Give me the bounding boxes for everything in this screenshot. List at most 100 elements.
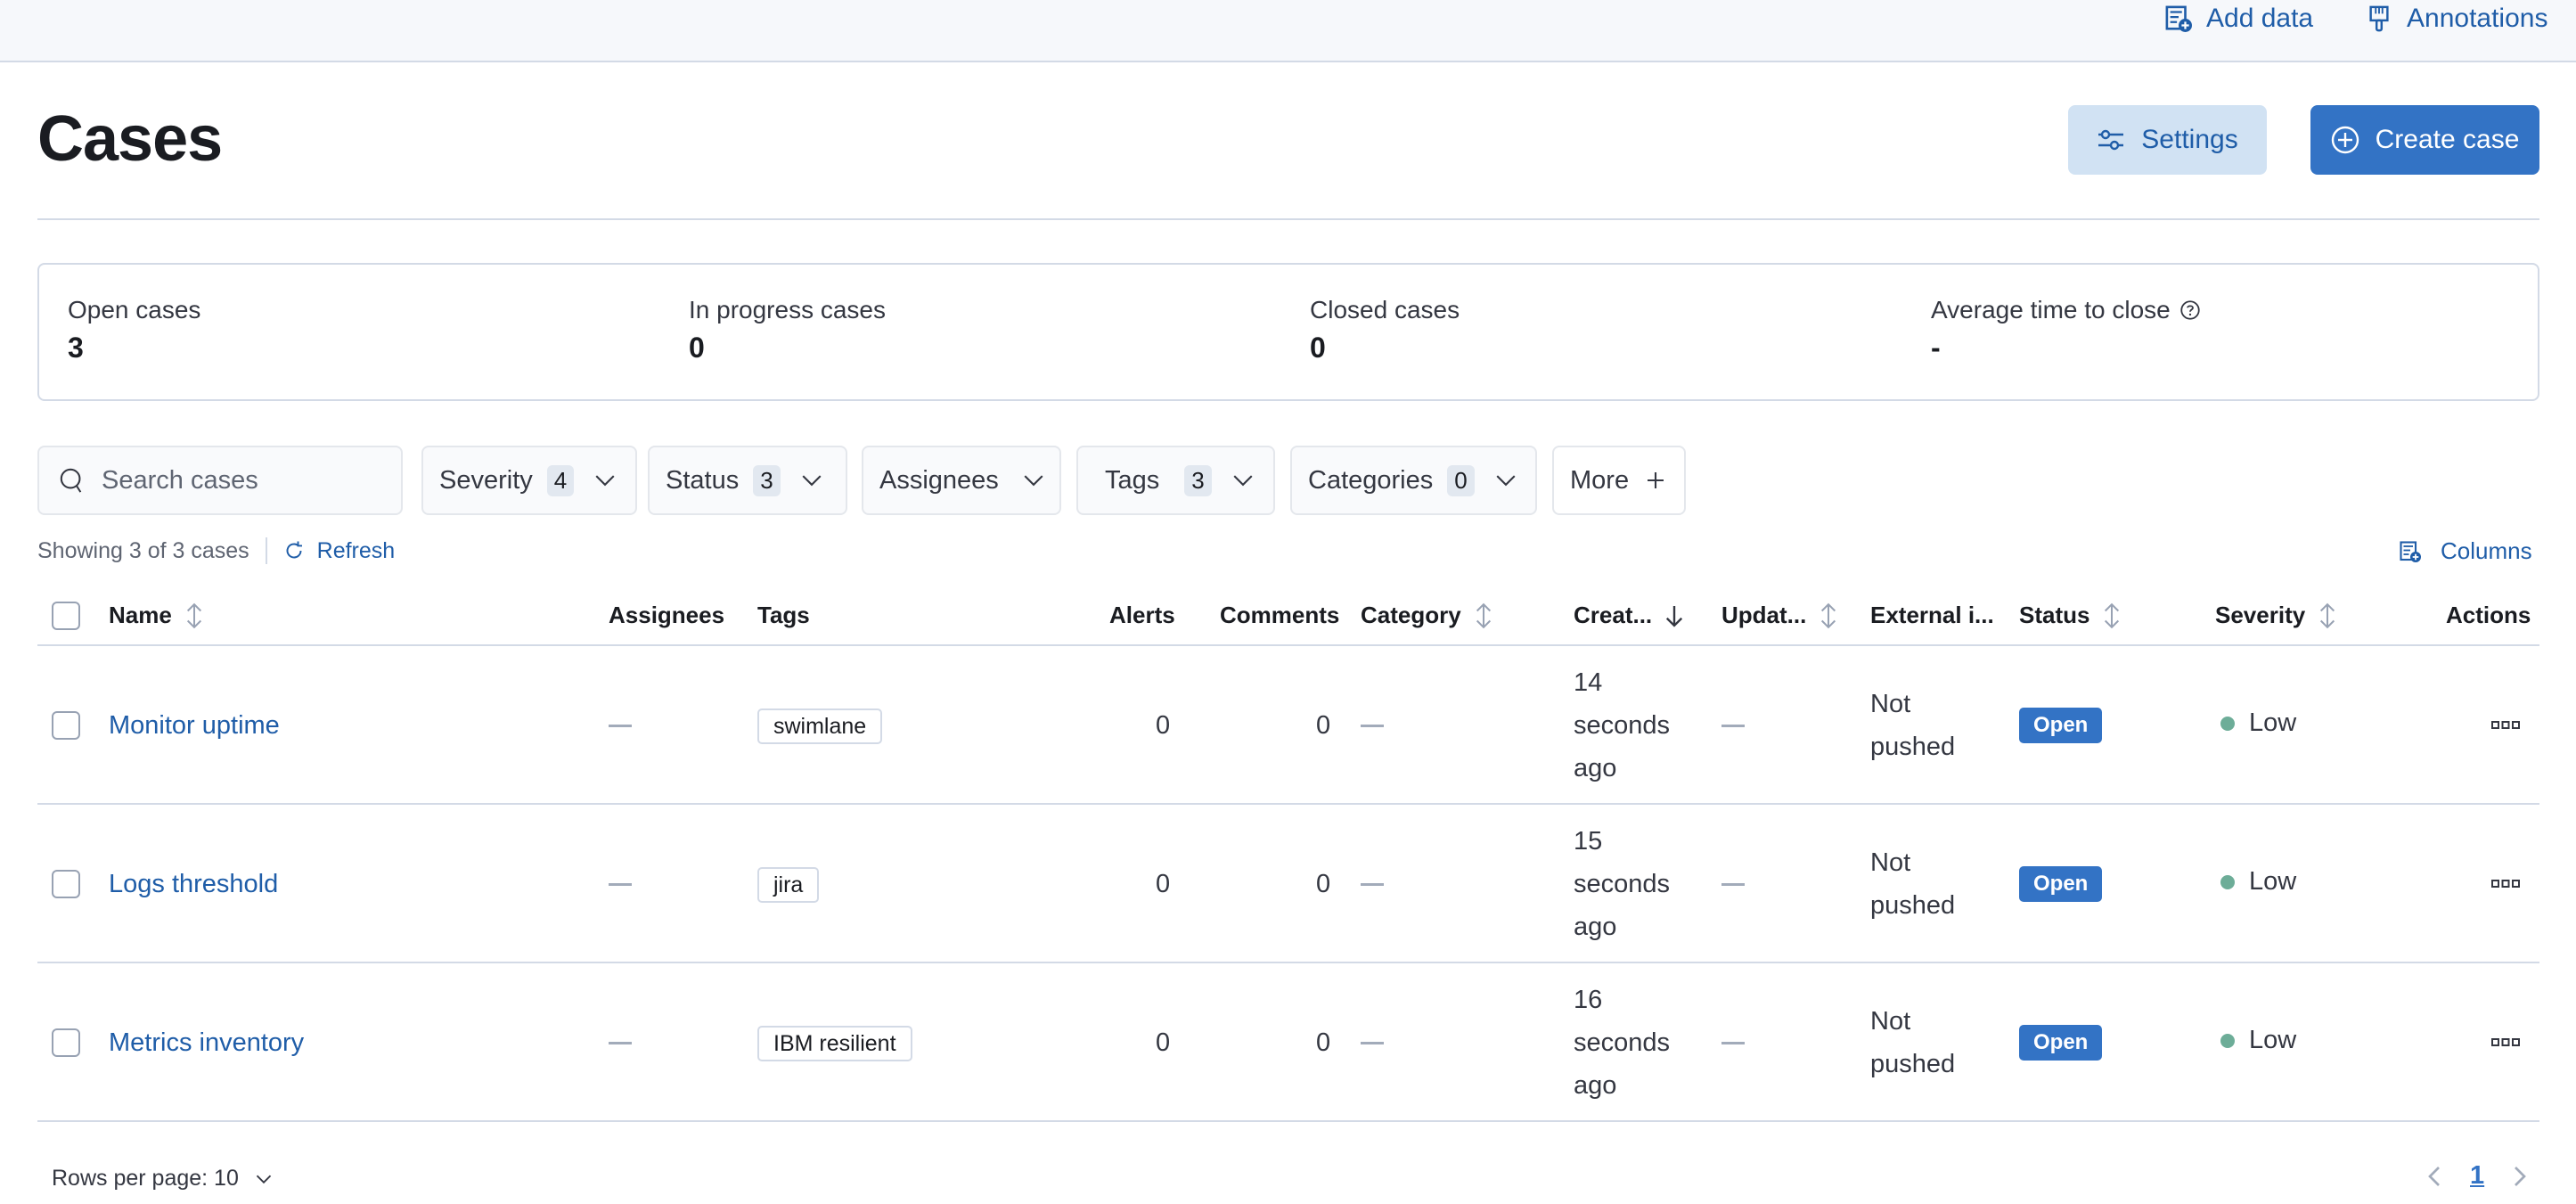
stat-value: 0 — [1310, 332, 1326, 364]
status-badge[interactable]: Open — [2019, 866, 2103, 902]
columns-button[interactable]: Columns — [2400, 537, 2532, 565]
stat-label: Closed cases — [1310, 296, 1460, 324]
header-divider — [37, 218, 2539, 220]
sort-icon — [1821, 602, 1836, 628]
external-line: Not — [1870, 690, 1911, 718]
tag-badge[interactable]: jira — [757, 867, 820, 903]
column-header-assignees: Assignees — [609, 602, 724, 629]
created-time: 15 seconds ago — [1574, 820, 1670, 948]
severity-dot-icon — [2220, 1033, 2235, 1048]
refresh-label: Refresh — [316, 537, 396, 563]
severity-dot-icon — [2220, 874, 2235, 889]
row-checkbox[interactable] — [52, 1028, 80, 1057]
column-header-comments: Comments — [1220, 602, 1339, 629]
create-case-button[interactable]: Create case — [2310, 105, 2539, 175]
tags-filter[interactable]: Tags 3 — [1076, 446, 1275, 515]
table-info: Showing 3 of 3 cases Refresh — [37, 537, 395, 564]
rows-per-page-selector[interactable]: Rows per page: 10 — [52, 1166, 273, 1192]
severity-filter[interactable]: Severity 4 — [421, 446, 637, 515]
filter-count-badge: 0 — [1447, 464, 1475, 496]
status-filter[interactable]: Status 3 — [648, 446, 847, 515]
settings-button[interactable]: Settings — [2068, 105, 2267, 175]
column-header-severity[interactable]: Severity — [2215, 602, 2337, 629]
stat-in-progress-cases: In progress cases 0 — [689, 296, 886, 364]
annotations-link[interactable]: Annotations — [2366, 4, 2547, 34]
chevron-down-icon — [802, 475, 822, 487]
plus-icon — [1648, 472, 1664, 488]
assignees-filter[interactable]: Assignees — [862, 446, 1061, 515]
column-header-updated[interactable]: Updat... — [1721, 602, 1838, 629]
stat-label-row: Average time to close — [1931, 296, 2201, 324]
column-header-actions: Actions — [2446, 602, 2531, 629]
select-all-checkbox[interactable] — [52, 602, 80, 630]
more-actions-icon[interactable] — [2491, 1037, 2520, 1048]
stat-closed-cases: Closed cases 0 — [1310, 296, 1460, 364]
search-field[interactable] — [37, 446, 403, 515]
column-label: Severity — [2215, 602, 2306, 628]
alerts-count: 0 — [1156, 1028, 1171, 1057]
comments-count: 0 — [1316, 1028, 1331, 1057]
more-filters-button[interactable]: More — [1552, 446, 1686, 515]
case-name-link[interactable]: Metrics inventory — [109, 1021, 304, 1064]
chevron-right-icon[interactable] — [2511, 1163, 2529, 1190]
stat-value: 0 — [689, 332, 705, 364]
column-label: Assignees — [609, 602, 725, 628]
alerts-count: 0 — [1156, 870, 1171, 898]
search-icon — [60, 468, 82, 493]
created-time: 14 seconds ago — [1574, 661, 1670, 790]
stat-label: Open cases — [68, 296, 201, 324]
refresh-button[interactable]: Refresh — [283, 537, 396, 564]
column-header-created[interactable]: Creat... — [1574, 602, 1684, 629]
created-line: ago — [1574, 754, 1617, 782]
severity-indicator: Low — [2220, 867, 2296, 897]
assignees-empty — [609, 883, 632, 886]
column-label: Actions — [2446, 602, 2531, 628]
assignees-empty — [609, 1042, 632, 1044]
add-data-icon — [2165, 5, 2192, 32]
more-actions-icon[interactable] — [2491, 879, 2520, 889]
column-label: Updat... — [1721, 602, 1807, 628]
status-badge[interactable]: Open — [2019, 708, 2103, 743]
column-header-external-incident: External i... — [1870, 602, 1994, 629]
column-label: External i... — [1870, 602, 1994, 628]
severity-label: Low — [2249, 708, 2297, 737]
external-incident: Not pushed — [1870, 683, 1955, 768]
stat-open-cases: Open cases 3 — [68, 296, 200, 364]
column-header-category[interactable]: Category — [1361, 602, 1493, 629]
sort-icon — [2105, 602, 2120, 628]
column-header-alerts: Alerts — [1109, 602, 1175, 629]
status-badge[interactable]: Open — [2019, 1025, 2103, 1061]
comments-count: 0 — [1316, 870, 1331, 898]
showing-count: Showing 3 of 3 cases — [37, 537, 249, 563]
tag-badge[interactable]: IBM resilient — [757, 1026, 912, 1061]
column-label: Status — [2019, 602, 2090, 628]
filter-label: Status — [666, 465, 740, 495]
table-row: Logs threshold jira 0 0 15 seconds ago N… — [37, 805, 2539, 963]
column-header-tags: Tags — [757, 602, 810, 629]
rows-per-page-label: Rows per page: 10 — [52, 1166, 239, 1191]
add-data-link[interactable]: Add data — [2165, 4, 2313, 34]
tag-badge[interactable]: swimlane — [757, 708, 883, 744]
column-header-name[interactable]: Name — [109, 602, 204, 629]
severity-label: Low — [2249, 1026, 2297, 1054]
created-line: 15 — [1574, 827, 1603, 856]
search-input[interactable] — [102, 465, 387, 496]
column-label: Category — [1361, 602, 1461, 628]
page-number[interactable]: 1 — [2470, 1161, 2484, 1191]
case-name-link[interactable]: Logs threshold — [109, 863, 278, 905]
columns-label: Columns — [2441, 537, 2532, 564]
add-data-label: Add data — [2206, 4, 2314, 33]
chevron-left-icon[interactable] — [2425, 1163, 2443, 1190]
column-header-status[interactable]: Status — [2019, 602, 2122, 629]
created-line: ago — [1574, 913, 1617, 941]
chevron-down-icon — [1024, 475, 1043, 487]
categories-filter[interactable]: Categories 0 — [1290, 446, 1537, 515]
create-case-label: Create case — [2375, 125, 2520, 154]
case-name-link[interactable]: Monitor uptime — [109, 704, 280, 747]
category-empty — [1361, 1042, 1384, 1044]
row-checkbox[interactable] — [52, 870, 80, 898]
more-actions-icon[interactable] — [2491, 720, 2520, 731]
column-label: Alerts — [1109, 602, 1175, 628]
row-checkbox[interactable] — [52, 711, 80, 740]
question-circle-icon[interactable] — [2179, 299, 2201, 321]
